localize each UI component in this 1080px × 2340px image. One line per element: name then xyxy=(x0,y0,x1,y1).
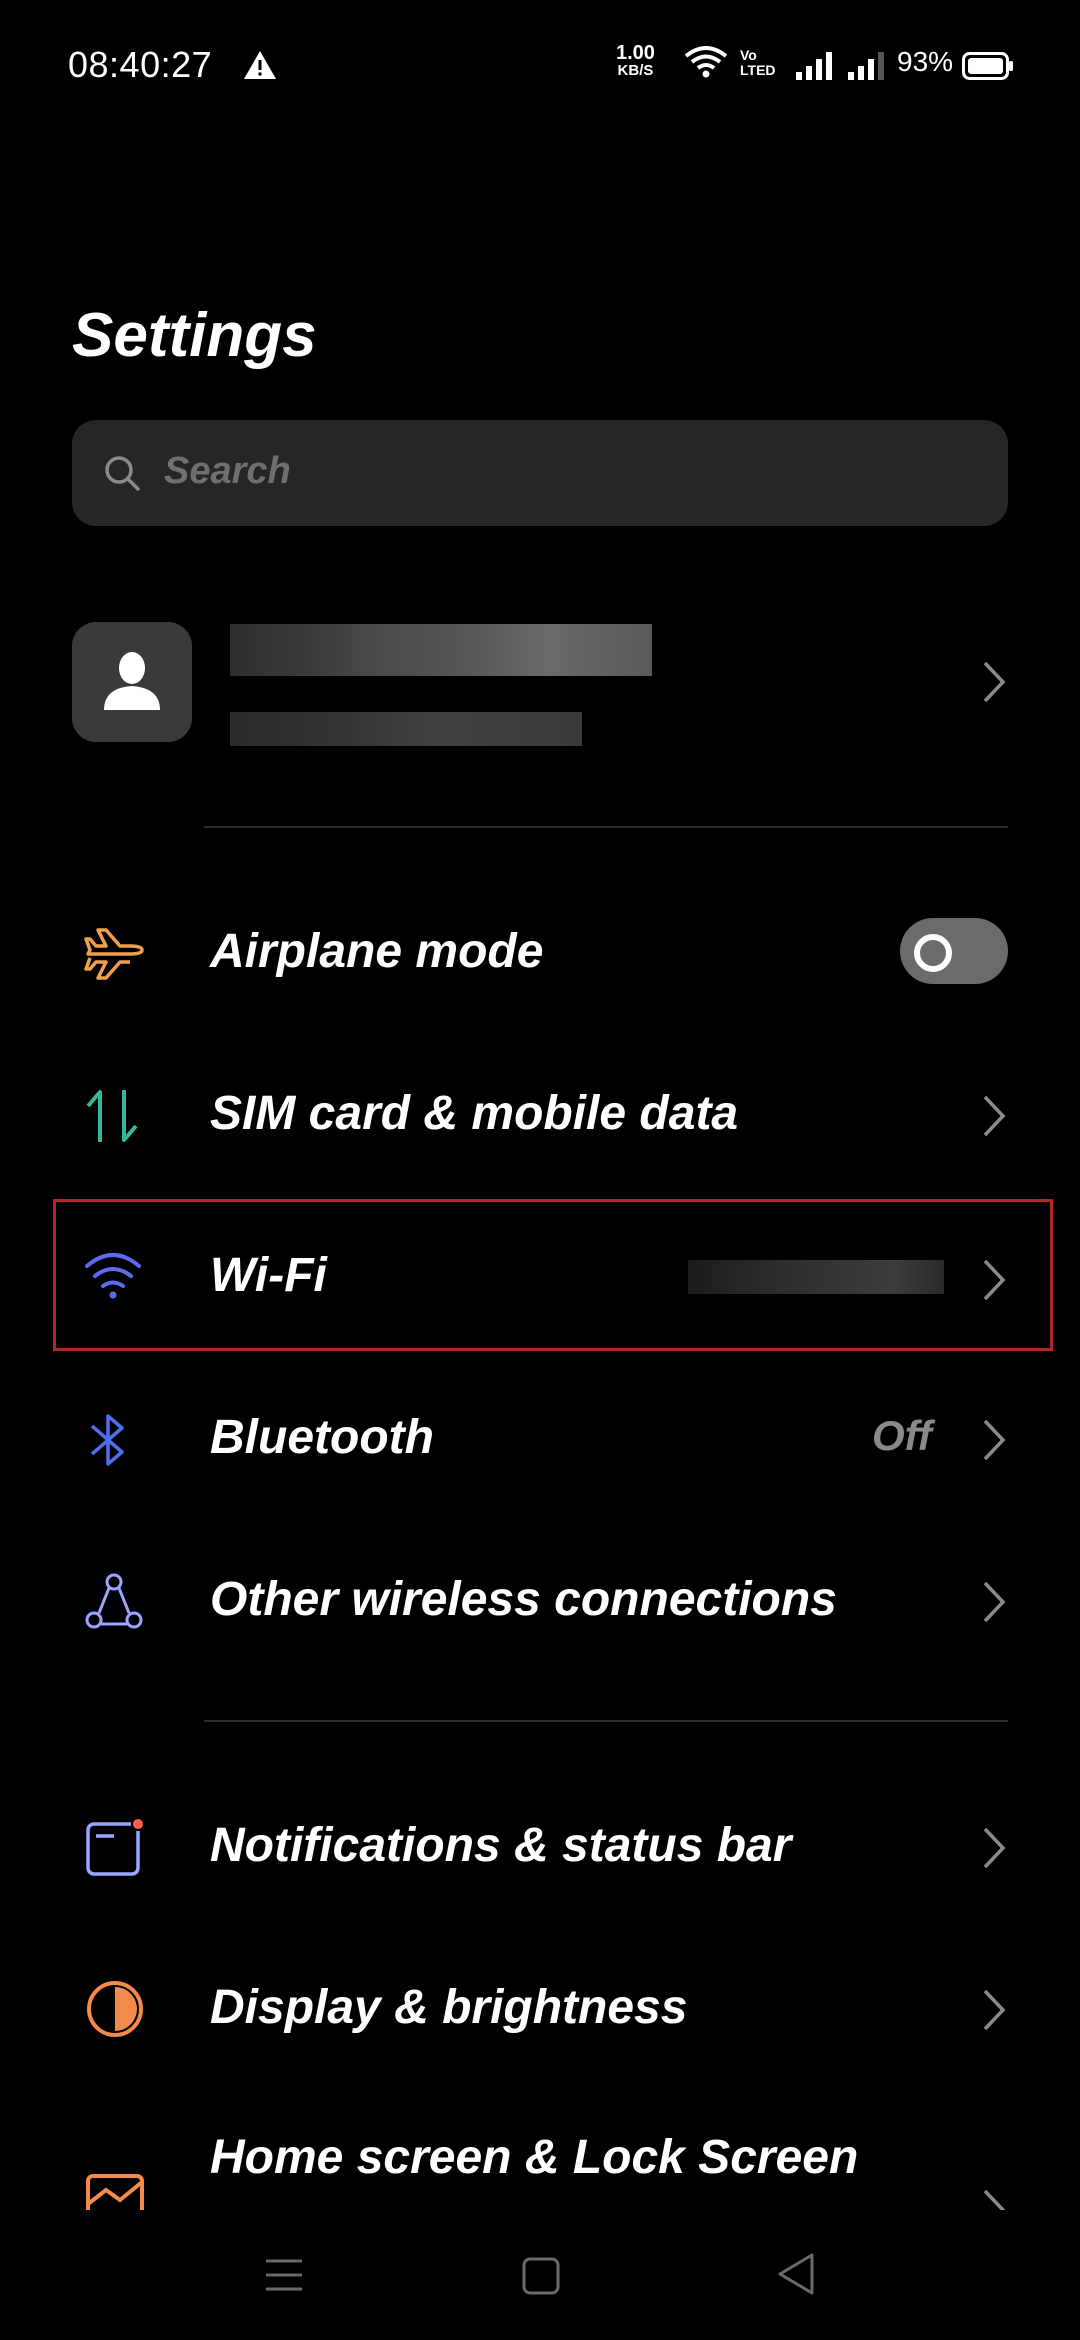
volte-top: Vo xyxy=(740,47,757,63)
chevron-right-icon xyxy=(983,2189,1006,2210)
chevron-right-icon xyxy=(983,1095,1006,1137)
airplane-mode-toggle[interactable] xyxy=(900,918,1008,984)
bluetooth-label: Bluetooth xyxy=(210,1411,434,1464)
back-icon[interactable] xyxy=(776,2252,816,2296)
chevron-right-icon xyxy=(983,1827,1006,1869)
divider xyxy=(204,826,1008,828)
airplane-mode-label: Airplane mode xyxy=(210,925,544,978)
warning-icon xyxy=(243,50,277,85)
home-lock-screen-label: Home screen & Lock Screen xyxy=(210,2131,859,2184)
search-icon xyxy=(102,453,142,498)
network-speed-unit: KB/S xyxy=(617,62,654,79)
status-time: 08:40:27 xyxy=(68,44,213,85)
network-speed: 1.00 KB/S xyxy=(616,42,655,80)
other-wireless-label: Other wireless connections xyxy=(210,1573,837,1626)
chevron-right-icon xyxy=(983,1581,1006,1623)
bluetooth-status: Off xyxy=(872,1412,932,1459)
bluetooth-icon xyxy=(90,1414,124,1466)
menu-icon[interactable] xyxy=(264,2257,304,2293)
battery-percent: 93% xyxy=(897,46,954,77)
settings-row-other-wireless[interactable]: Other wireless connections xyxy=(0,1546,1080,1656)
sim-data-icon xyxy=(86,1090,138,1142)
home-icon[interactable] xyxy=(522,2257,560,2295)
wireless-connections-icon xyxy=(85,1573,143,1629)
network-speed-value: 1.00 xyxy=(616,42,655,64)
search-bar[interactable]: Search xyxy=(72,420,1008,526)
notifications-label: Notifications & status bar xyxy=(210,1819,792,1872)
chevron-right-icon xyxy=(983,1989,1006,2031)
wifi-status-icon xyxy=(684,46,728,83)
battery-icon xyxy=(962,52,1014,85)
chevron-right-icon xyxy=(983,1419,1006,1461)
display-label: Display & brightness xyxy=(210,1981,688,2034)
divider xyxy=(204,1720,1008,1722)
display-brightness-icon xyxy=(87,1981,143,2037)
toggle-knob xyxy=(914,934,952,972)
account-detail-redacted[interactable] xyxy=(230,712,582,746)
signal-strength-icon-2 xyxy=(848,50,888,85)
airplane-icon xyxy=(84,928,144,980)
avatar[interactable] xyxy=(72,622,192,742)
search-placeholder: Search xyxy=(164,450,291,492)
page-title: Settings xyxy=(72,301,317,370)
sim-card-label: SIM card & mobile data xyxy=(210,1087,739,1140)
notifications-icon xyxy=(86,1817,145,1876)
volte-indicator: Vo LTED xyxy=(740,48,776,78)
settings-row-notifications[interactable]: Notifications & status bar xyxy=(0,1792,1080,1902)
signal-strength-icon xyxy=(796,50,836,85)
settings-row-display[interactable]: Display & brightness xyxy=(0,1954,1080,2064)
settings-row-home-lock-screen[interactable]: Home screen & Lock Screen xyxy=(0,2100,1080,2210)
home-lock-screen-icon xyxy=(86,2174,144,2210)
settings-row-sim-card[interactable]: SIM card & mobile data xyxy=(0,1060,1080,1170)
account-name-redacted[interactable] xyxy=(230,624,652,676)
wifi-highlight-box xyxy=(53,1199,1053,1351)
account-chevron-right-icon xyxy=(983,661,1006,703)
volte-bottom: LTED xyxy=(740,62,776,78)
